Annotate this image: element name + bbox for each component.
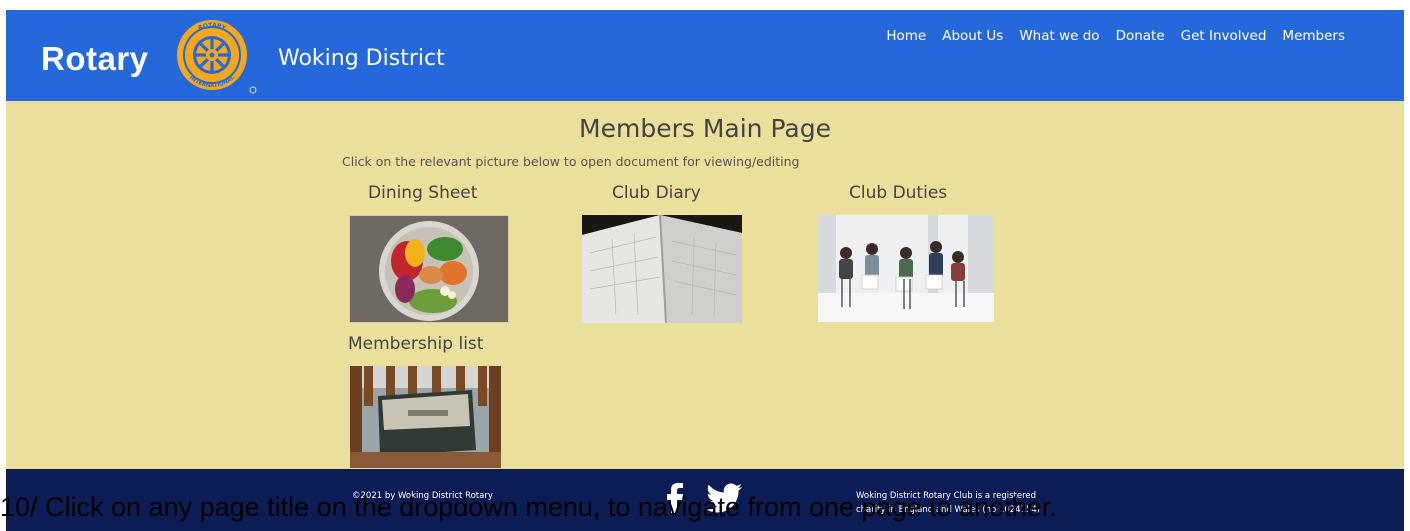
club-duties-title[interactable]: Club Duties xyxy=(849,182,947,204)
district-title: Woking District xyxy=(278,46,445,71)
tutorial-caption: 10/ Click on any page title on the dropd… xyxy=(0,492,1057,522)
dining-sheet-title[interactable]: Dining Sheet xyxy=(368,182,477,204)
club-diary-title[interactable]: Club Diary xyxy=(612,182,701,204)
website-viewport: Rotary ROTARY INTERNATIONAL Woking Distr… xyxy=(6,10,1404,531)
club-duties-image[interactable] xyxy=(818,215,994,322)
intro-text: Click on the relevant picture below to o… xyxy=(342,154,800,169)
club-diary-image[interactable] xyxy=(582,215,742,323)
membership-list-image[interactable] xyxy=(350,366,501,468)
rotary-wordmark[interactable]: Rotary xyxy=(41,42,149,75)
dining-sheet-image[interactable] xyxy=(349,215,509,323)
site-header: Rotary ROTARY INTERNATIONAL Woking Distr… xyxy=(6,10,1404,101)
nav-get-involved[interactable]: Get Involved xyxy=(1181,28,1267,44)
rotary-wheel-logo-icon[interactable]: ROTARY INTERNATIONAL xyxy=(164,15,260,95)
membership-list-title[interactable]: Membership list xyxy=(348,333,483,355)
page-title: Members Main Page xyxy=(579,114,831,143)
nav-what-we-do[interactable]: What we do xyxy=(1019,28,1099,44)
nav-members[interactable]: Members xyxy=(1282,28,1345,44)
main-nav: Home About Us What we do Donate Get Invo… xyxy=(886,28,1345,44)
nav-donate[interactable]: Donate xyxy=(1116,28,1165,44)
nav-home[interactable]: Home xyxy=(886,28,926,44)
nav-about-us[interactable]: About Us xyxy=(942,28,1003,44)
